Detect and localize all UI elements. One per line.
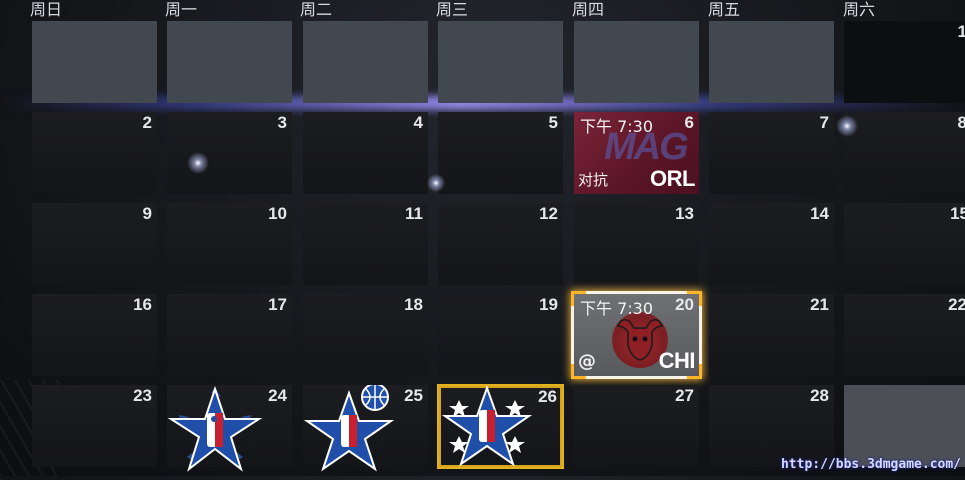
calendar-cell-26-allstar-current[interactable]: 26 [437,384,564,469]
day-header-friday: 周五 [708,0,741,19]
calendar-cell-16[interactable]: 16 [32,294,157,376]
day-header-tuesday: 周二 [300,0,333,19]
day-number: 21 [810,295,829,314]
calendar-cell-20-game-chi-selected[interactable]: 下午 7:30 20 @ CHI [571,291,702,379]
day-number: 8 [957,113,965,132]
day-number: 22 [948,295,965,314]
day-number: 23 [133,386,152,405]
day-header-saturday: 周六 [843,0,876,19]
calendar-cell-9[interactable]: 9 [32,203,157,285]
calendar-cell-21[interactable]: 21 [709,294,834,376]
day-header-monday: 周一 [165,0,198,19]
calendar-cell-15[interactable]: 15 [844,203,965,285]
day-number: 25 [404,386,423,405]
day-number: 27 [675,386,694,405]
calendar-cell-empty [438,21,563,103]
selection-corner [571,364,586,379]
day-number: 26 [538,387,557,406]
day-number: 16 [133,295,152,314]
day-number: 24 [268,386,287,405]
calendar-cell-18[interactable]: 18 [303,294,428,376]
game-venue: 对抗 [578,171,609,189]
day-number: 15 [950,204,965,223]
game-time: 下午 7:30 [580,117,654,136]
day-number: 17 [268,295,287,314]
site-watermark: http://bbs.3dmgame.com/ [780,457,961,472]
day-number: 4 [413,113,423,132]
sparkle-decoration [425,172,447,194]
calendar-cell-empty [32,21,157,103]
calendar-cell-12[interactable]: 12 [438,203,563,285]
calendar-cell-10[interactable]: 10 [167,203,292,285]
day-number: 19 [539,295,558,314]
day-number: 3 [277,113,287,132]
calendar-cell-23[interactable]: 23 [32,385,157,467]
calendar-cell-empty [167,21,292,103]
calendar-cell-8[interactable]: 8 [844,112,965,194]
day-number: 14 [810,204,829,223]
calendar-cell-5[interactable]: 5 [438,112,563,194]
calendar-cell-25-allstar[interactable]: 25 [303,383,428,472]
calendar-cell-4[interactable]: 4 [303,112,428,194]
calendar-cell-empty [303,21,428,103]
calendar-cell-19[interactable]: 19 [438,294,563,376]
calendar-cell-22[interactable]: 22 [844,294,965,376]
calendar-cell-empty [574,21,699,103]
calendar-cell-7[interactable]: 7 [709,112,834,194]
calendar-cell-empty [844,385,965,467]
calendar-cell-17[interactable]: 17 [167,294,292,376]
day-number: 10 [268,204,287,223]
selection-corner [571,291,586,306]
day-number: 11 [405,204,423,223]
selection-corner [687,291,702,306]
sparkle-decoration [834,113,860,139]
sparkle-decoration [185,150,211,176]
day-number: 1 [957,22,965,41]
day-header-wednesday: 周三 [436,0,469,19]
game-time: 下午 7:30 [580,299,654,318]
day-number: 28 [810,386,829,405]
calendar-cell-28[interactable]: 28 [709,385,834,467]
day-number: 6 [684,113,694,132]
opponent-team: ORL [650,166,695,191]
day-number: 13 [675,204,694,223]
day-header-thursday: 周四 [572,0,605,19]
calendar-cell-24-allstar[interactable]: 24 [167,385,292,472]
calendar-cell-1[interactable]: 1 [844,21,965,103]
calendar-cell-27[interactable]: 27 [574,385,699,467]
day-number: 7 [819,113,829,132]
day-number: 12 [539,204,558,223]
selection-corner [687,364,702,379]
day-number: 2 [142,113,152,132]
day-number: 9 [142,204,152,223]
calendar-cell-6-game-orl[interactable]: MAG 下午 7:30 6 对抗 ORL [574,112,699,194]
calendar-cell-2[interactable]: 2 [32,112,157,194]
day-number: 5 [548,113,558,132]
day-number: 18 [404,295,423,314]
calendar-cell-13[interactable]: 13 [574,203,699,285]
calendar-cell-14[interactable]: 14 [709,203,834,285]
calendar-cell-11[interactable]: 11 [303,203,428,285]
day-header-sunday: 周日 [30,0,63,19]
calendar-cell-empty [709,21,834,103]
